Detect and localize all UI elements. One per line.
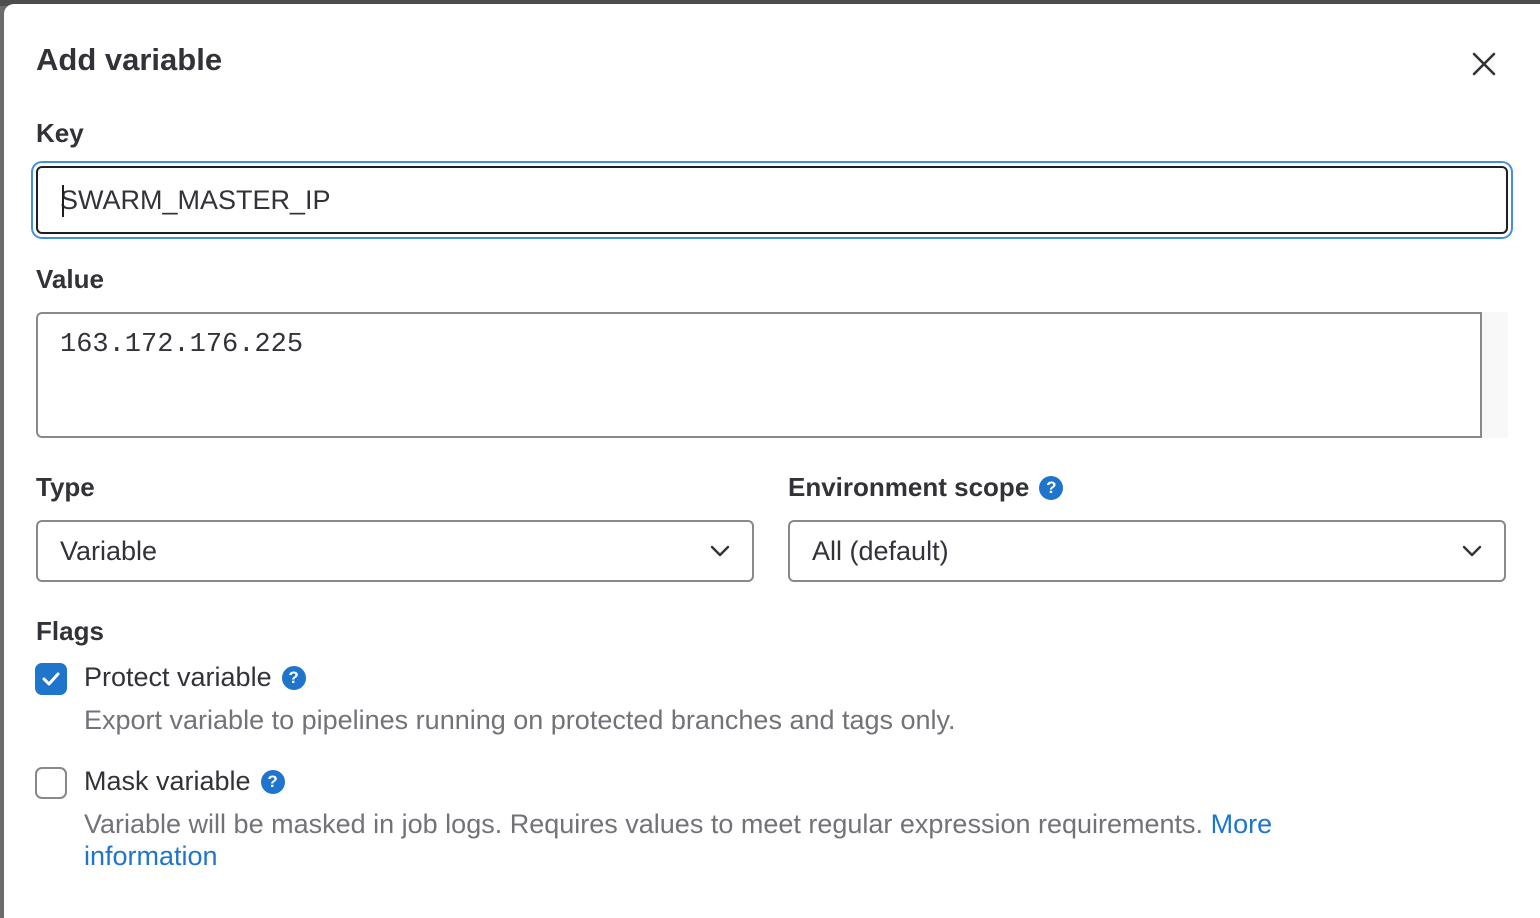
protect-variable-description: Export variable to pipelines running on …	[84, 705, 956, 735]
key-label: Key	[36, 118, 84, 148]
add-variable-modal: Add variable Key Value 163.172.176.225 T…	[4, 4, 1540, 918]
value-label: Value	[36, 264, 104, 294]
environment-scope-label-row: Environment scope ?	[788, 472, 1064, 503]
mask-variable-description-block: Variable will be masked in job logs. Req…	[84, 808, 1384, 872]
protect-variable-label[interactable]: Protect variable	[84, 662, 272, 693]
question-icon[interactable]: ?	[260, 769, 285, 794]
chevron-down-icon	[1462, 545, 1482, 557]
protect-variable-label-row: Protect variable ?	[84, 662, 306, 693]
type-selected-value: Variable	[60, 535, 158, 566]
mask-variable-checkbox[interactable]	[35, 767, 67, 799]
question-icon[interactable]: ?	[281, 665, 306, 690]
environment-scope-label: Environment scope	[788, 472, 1030, 502]
type-label: Type	[36, 472, 95, 502]
chevron-down-icon	[710, 545, 730, 557]
flags-label: Flags	[36, 616, 104, 646]
mask-variable-label[interactable]: Mask variable	[84, 766, 251, 797]
value-textarea[interactable]: 163.172.176.225	[36, 312, 1480, 438]
checkmark-icon	[42, 672, 60, 686]
mask-variable-label-row: Mask variable ?	[84, 766, 285, 797]
modal-title: Add variable	[36, 42, 223, 77]
close-icon	[1472, 52, 1496, 76]
text-caret	[62, 185, 64, 217]
protect-variable-checkbox[interactable]	[35, 663, 67, 695]
environment-scope-select[interactable]: All (default)	[788, 520, 1506, 582]
value-scrollbar[interactable]	[1480, 312, 1508, 438]
question-icon[interactable]: ?	[1039, 475, 1064, 500]
close-button[interactable]	[1464, 44, 1504, 84]
environment-scope-selected-value: All (default)	[812, 535, 949, 566]
mask-variable-description: Variable will be masked in job logs. Req…	[84, 809, 1204, 839]
value-textarea-edge	[1480, 312, 1482, 438]
key-input[interactable]	[36, 166, 1508, 234]
type-select[interactable]: Variable	[36, 520, 754, 582]
